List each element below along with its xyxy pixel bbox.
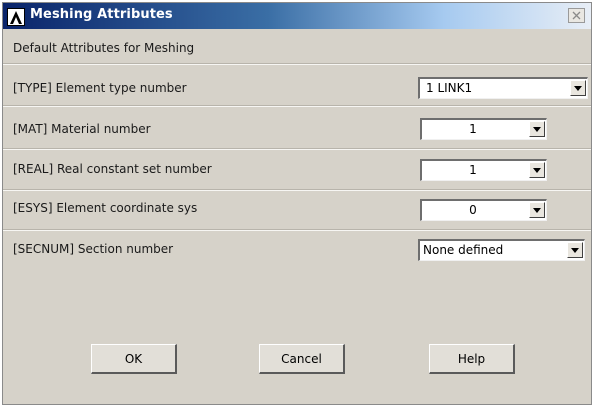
secnum-label: [SECNUM] Section number [13, 242, 174, 256]
window-title: Meshing Attributes [30, 7, 173, 22]
chevron-down-icon[interactable] [570, 80, 586, 96]
element-coord-sys-select[interactable]: 0 [420, 199, 547, 221]
chevron-down-icon[interactable] [529, 202, 545, 218]
title-bar[interactable]: Meshing Attributes [3, 3, 591, 29]
divider [3, 189, 591, 191]
real-constant-select[interactable]: 1 [420, 159, 547, 181]
section-number-select[interactable]: None defined [418, 239, 585, 261]
divider [3, 63, 591, 65]
chevron-down-icon[interactable] [567, 242, 583, 258]
meshing-attributes-dialog: Meshing Attributes Default Attributes fo… [2, 2, 592, 405]
cancel-button[interactable]: Cancel [259, 344, 345, 374]
esys-label: [ESYS] Element coordinate sys [13, 201, 198, 215]
type-label: [TYPE] Element type number [13, 81, 187, 95]
section-number-value: None defined [423, 243, 504, 257]
element-coord-sys-value: 0 [469, 203, 477, 217]
chevron-down-icon[interactable] [529, 162, 545, 178]
close-button[interactable] [568, 8, 585, 23]
dialog-subtitle: Default Attributes for Meshing [13, 41, 195, 55]
real-constant-value: 1 [469, 163, 477, 177]
help-button[interactable]: Help [429, 344, 515, 374]
divider [3, 229, 591, 231]
real-label: [REAL] Real constant set number [13, 162, 212, 176]
material-number-value: 1 [469, 122, 477, 136]
element-type-value: 1 LINK1 [426, 81, 473, 95]
divider [3, 148, 591, 150]
element-type-select[interactable]: 1 LINK1 [418, 77, 588, 99]
divider [3, 105, 591, 107]
chevron-down-icon[interactable] [529, 121, 545, 137]
material-number-select[interactable]: 1 [420, 118, 547, 140]
ok-button[interactable]: OK [91, 344, 177, 374]
mat-label: [MAT] Material number [13, 122, 151, 136]
ansys-logo-icon [7, 8, 25, 26]
close-icon [572, 11, 581, 20]
